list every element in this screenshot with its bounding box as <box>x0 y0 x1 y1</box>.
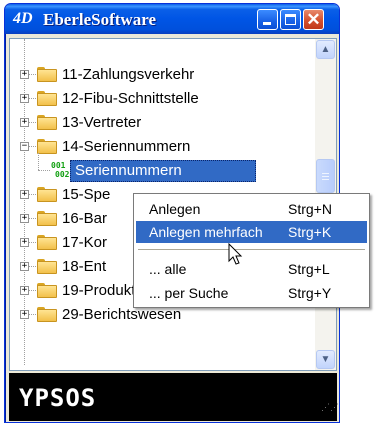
tree-item-label: 18-Ent <box>62 258 107 275</box>
brand-logo: YPSOS <box>19 384 97 412</box>
folder-icon <box>37 235 57 250</box>
title-bar[interactable]: 4D EberleSoftware ✕ <box>5 4 339 34</box>
brand-bar: YPSOS ⋰⋰ <box>9 373 339 421</box>
maximize-icon <box>285 14 296 25</box>
tree-item-label: 15-Spe <box>62 186 111 203</box>
expand-icon[interactable]: + <box>20 238 29 247</box>
tree-connector <box>29 98 36 99</box>
menu-item-shortcut: Strg+N <box>288 201 332 217</box>
close-icon: ✕ <box>306 10 321 29</box>
grip-line <box>322 173 329 174</box>
menu-item-anlegen[interactable]: Anlegen Strg+N <box>136 198 367 220</box>
maximize-button[interactable] <box>280 9 301 30</box>
minimize-button[interactable] <box>257 9 278 30</box>
expand-icon[interactable]: + <box>20 262 29 271</box>
grip-line <box>322 176 329 177</box>
menu-item-shortcut: Strg+L <box>288 261 330 277</box>
tree-connector <box>29 74 36 75</box>
tree-connector <box>29 266 36 267</box>
scroll-down-button[interactable]: ▼ <box>316 350 335 369</box>
tree-connector <box>29 242 36 243</box>
folder-icon <box>37 283 57 298</box>
collapse-icon[interactable]: − <box>20 142 29 151</box>
tree-item-label: 29-Berichtswesen <box>62 306 182 323</box>
menu-item-shortcut: Strg+K <box>288 224 332 240</box>
folder-icon <box>37 67 57 82</box>
scroll-thumb[interactable] <box>316 159 335 193</box>
expand-icon[interactable]: + <box>20 214 29 223</box>
tree-item[interactable]: − 14-Seriennummern <box>10 135 314 159</box>
expand-icon[interactable]: + <box>20 70 29 79</box>
folder-icon <box>37 91 57 106</box>
tree-connector <box>29 194 36 195</box>
tree-item[interactable]: + 13-Vertreter <box>10 111 314 135</box>
tree-item-label: 16-Bar <box>62 210 108 227</box>
tree-connector <box>29 122 36 123</box>
menu-item-label: ... alle <box>149 261 187 277</box>
expand-icon[interactable]: + <box>20 190 29 199</box>
resize-grip-icon[interactable]: ⋰⋰ <box>321 403 339 419</box>
tree-item-label: 13-Vertreter <box>62 114 142 131</box>
menu-item-label: ... per Suche <box>149 285 229 301</box>
tree-connector <box>29 314 36 315</box>
menu-separator <box>138 249 365 250</box>
chevron-down-icon: ▼ <box>320 354 331 365</box>
menu-item-label: Anlegen <box>149 201 201 217</box>
app-logo: 4D <box>13 10 33 27</box>
tree-item-label: 12-Fibu-Schnittstelle <box>62 90 199 107</box>
folder-icon <box>37 259 57 274</box>
expand-icon[interactable]: + <box>20 118 29 127</box>
tree-item[interactable]: + 12-Fibu-Schnittstelle <box>10 87 314 111</box>
menu-item-anlegen-mehrfach[interactable]: Anlegen mehrfach Strg+K <box>136 221 367 243</box>
tree-item-label: 17-Kor <box>62 234 108 251</box>
mouse-pointer-icon <box>228 243 243 265</box>
menu-item-label: Anlegen mehrfach <box>149 224 263 240</box>
tree-sub-item[interactable]: 001 002 Seriennummern <box>10 153 314 183</box>
selected-tree-item-label: Seriennummern <box>70 160 256 182</box>
serial-number-icon: 001 002 <box>51 161 69 180</box>
folder-icon <box>37 211 57 226</box>
grip-line <box>322 179 329 180</box>
tree-connector <box>29 146 36 147</box>
tree-connector <box>38 170 50 171</box>
close-button[interactable]: ✕ <box>303 9 324 30</box>
context-menu: Anlegen Strg+N Anlegen mehrfach Strg+K .… <box>133 193 370 308</box>
folder-icon <box>37 187 57 202</box>
expand-icon[interactable]: + <box>20 286 29 295</box>
menu-item-per-suche[interactable]: ... per Suche Strg+Y <box>136 282 367 304</box>
tree-item[interactable]: + 11-Zahlungsverkehr <box>10 63 314 87</box>
expand-icon[interactable]: + <box>20 310 29 319</box>
scroll-up-button[interactable]: ▲ <box>316 40 335 59</box>
folder-icon <box>37 307 57 322</box>
tree-item-label: 11-Zahlungsverkehr <box>62 66 195 83</box>
window-title: EberleSoftware <box>43 10 156 29</box>
expand-icon[interactable]: + <box>20 94 29 103</box>
serial-icon-line1: 001 <box>51 161 66 170</box>
minimize-icon <box>263 22 271 25</box>
tree-item-label: 14-Seriennummern <box>62 138 191 155</box>
chevron-up-icon: ▲ <box>320 44 331 55</box>
tree-connector <box>38 153 39 170</box>
serial-icon-line2: 002 <box>55 170 70 179</box>
menu-item-alle[interactable]: ... alle Strg+L <box>136 258 367 280</box>
tree-connector <box>29 218 36 219</box>
tree-connector <box>29 290 36 291</box>
menu-item-shortcut: Strg+Y <box>288 285 332 301</box>
folder-icon <box>37 115 57 130</box>
folder-icon <box>37 139 57 154</box>
